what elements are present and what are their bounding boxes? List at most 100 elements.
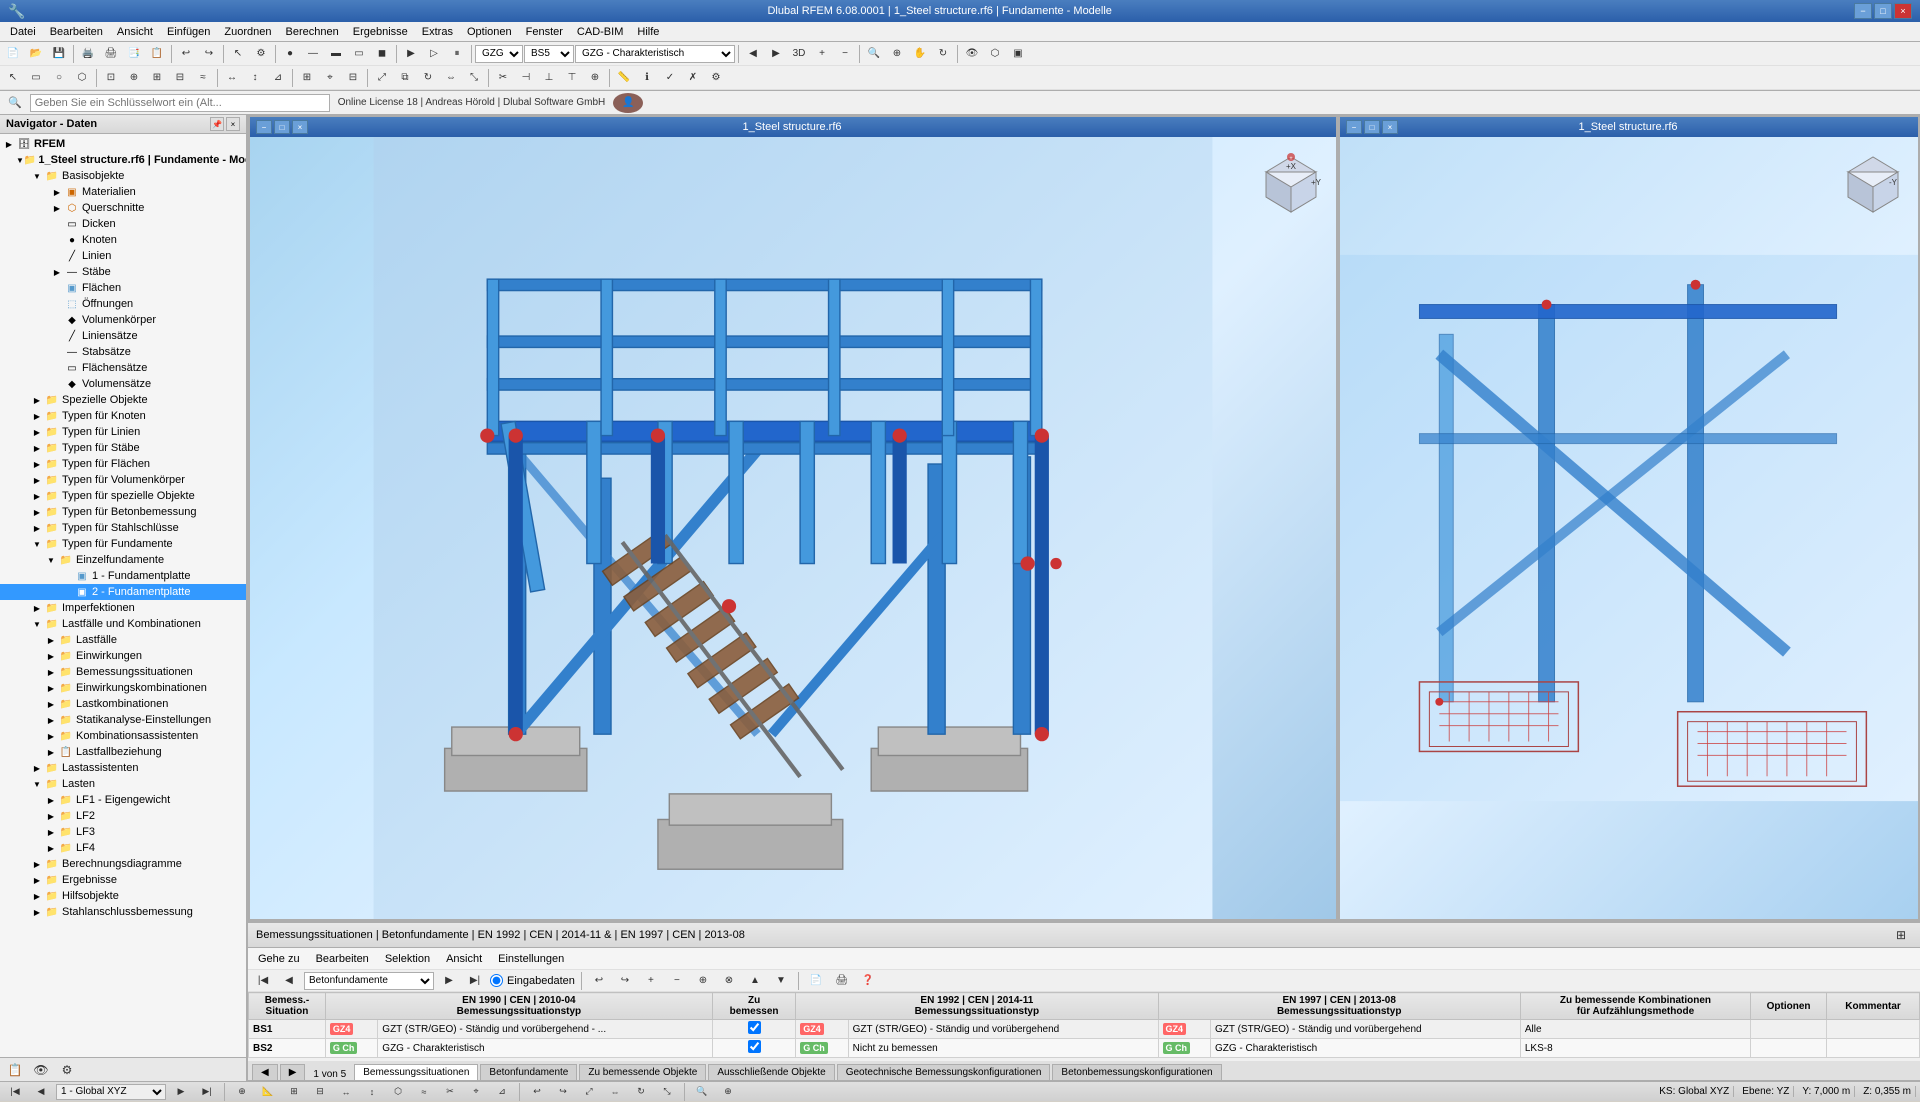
dt-btn6[interactable]: ⊗ (718, 971, 740, 991)
dt-btn11[interactable]: ❓ (857, 971, 879, 991)
tb2-plane[interactable]: ⊟ (342, 68, 364, 88)
status-icon-3[interactable]: ⊞ (283, 1082, 305, 1102)
tree-lf1[interactable]: ▶ 📁 LF1 - Eigengewicht (0, 792, 246, 808)
dt-btn2[interactable]: ↪ (614, 971, 636, 991)
tree-arrow-last[interactable]: ▼ (30, 777, 44, 791)
tree-arrow-tb[interactable]: ▶ (30, 505, 44, 519)
tab-ausschliessende[interactable]: Ausschließende Objekte (708, 1064, 834, 1080)
right-view-close[interactable]: × (1382, 120, 1398, 134)
status-icon-13[interactable]: ↪ (552, 1082, 574, 1102)
tree-arrow-lf1[interactable]: ▶ (44, 793, 58, 807)
tree-arrow-hobj[interactable]: ▶ (30, 889, 44, 903)
tree-arrow-sp[interactable]: ▶ (30, 393, 44, 407)
status-icon-11[interactable]: ⊿ (491, 1082, 513, 1102)
nav-prev-btn[interactable]: ◀ (252, 1064, 278, 1080)
tb2-measure[interactable]: 📏 (613, 68, 635, 88)
tb-arrow1[interactable]: ◀ (742, 44, 764, 64)
menu-extras[interactable]: Extras (416, 24, 459, 40)
tb2-rect[interactable]: ▭ (25, 68, 47, 88)
tree-rfem[interactable]: ▶ 🗄 RFEM (0, 136, 246, 152)
left-view-canvas[interactable]: +X +Y + (250, 137, 1336, 919)
tree-arrow-ka[interactable]: ▶ (44, 729, 58, 743)
tree-arrow-ek[interactable]: ▶ (44, 681, 58, 695)
status-icon-12[interactable]: ↩ (526, 1082, 548, 1102)
tree-ergebnisse[interactable]: ▶ 📁 Ergebnisse (0, 872, 246, 888)
tree-querschnitte[interactable]: ▶ ⬡ Querschnitte (0, 200, 246, 216)
tree-arrow-rfem[interactable]: ▶ (2, 137, 16, 151)
tb2-x[interactable]: ✗ (682, 68, 704, 88)
tb2-poly[interactable]: ⬡ (71, 68, 93, 88)
data-nav-prev[interactable]: ◀ (278, 971, 300, 991)
btn-bearbeiten[interactable]: Bearbeiten (310, 952, 375, 966)
tree-arrow-lfa[interactable]: ▶ (44, 633, 58, 647)
tb-pdf2[interactable]: 📋 (146, 44, 168, 64)
tb-arrow2[interactable]: ▶ (765, 44, 787, 64)
minimize-button[interactable]: − (1854, 3, 1872, 19)
tree-arrow-dick[interactable] (50, 217, 64, 231)
left-view-restore[interactable]: □ (274, 120, 290, 134)
menu-hilfe[interactable]: Hilfe (631, 24, 665, 40)
tree-arrow-knot[interactable] (50, 233, 64, 247)
status-nav-next[interactable]: ▶ (170, 1082, 192, 1102)
tb2-snap1[interactable]: ⊡ (100, 68, 122, 88)
tree-volumen[interactable]: ◆ Volumenkörper (0, 312, 246, 328)
checkbox-bs2[interactable] (748, 1040, 761, 1053)
tree-arrow-bs[interactable]: ▶ (44, 665, 58, 679)
restore-button[interactable]: □ (1874, 3, 1892, 19)
tb-calc2[interactable]: ▷ (423, 44, 445, 64)
tree-basisobjekte[interactable]: ▼ 📁 Basisobjekte (0, 168, 246, 184)
tree-arrow-tfund[interactable]: ▼ (30, 537, 44, 551)
tree-typen-spezielle[interactable]: ▶ 📁 Typen für spezielle Objekte (0, 488, 246, 504)
tree-fund1[interactable]: ▣ 1 - Fundamentplatte (0, 568, 246, 584)
tree-arrow-ss[interactable] (50, 345, 64, 359)
menu-fenster[interactable]: Fenster (520, 24, 569, 40)
tb-print2[interactable]: 🖨 (100, 44, 122, 64)
eingabedaten-radio[interactable] (490, 974, 503, 987)
menu-zuordnen[interactable]: Zuordnen (218, 24, 277, 40)
left-view-close[interactable]: × (292, 120, 308, 134)
tree-berechnungsdiag[interactable]: ▶ 📁 Berechnungsdiagramme (0, 856, 246, 872)
status-icon-17[interactable]: ⤡ (656, 1082, 678, 1102)
tree-lasten[interactable]: ▼ 📁 Lasten (0, 776, 246, 792)
tree-kombiassist[interactable]: ▶ 📁 Kombinationsassistenten (0, 728, 246, 744)
nav-bottom-btn2[interactable]: 👁 (30, 1060, 52, 1080)
status-icon-2[interactable]: 📐 (257, 1082, 279, 1102)
dt-btn10[interactable]: 🖨 (831, 971, 853, 991)
right-view-minimize[interactable]: − (1346, 120, 1362, 134)
nav-bottom-btn3[interactable]: ⚙ (56, 1060, 78, 1080)
tb2-select[interactable]: ↖ (2, 68, 24, 88)
tb2-bool[interactable]: ⊕ (584, 68, 606, 88)
tb-surface[interactable]: ▭ (348, 44, 370, 64)
tree-arrow-f1[interactable] (60, 569, 74, 583)
td-bs2-check[interactable] (712, 1039, 795, 1058)
tree-arrow-vs[interactable] (50, 377, 64, 391)
tree-dicken[interactable]: ▭ Dicken (0, 216, 246, 232)
tb2-info[interactable]: ℹ (636, 68, 658, 88)
close-button[interactable]: × (1894, 3, 1912, 19)
menu-cad-bim[interactable]: CAD-BIM (571, 24, 629, 40)
status-nav-prev[interactable]: ◀ (30, 1082, 52, 1102)
tb-calc1[interactable]: ▶ (400, 44, 422, 64)
status-icon-16[interactable]: ↻ (630, 1082, 652, 1102)
left-view-minimize[interactable]: − (256, 120, 272, 134)
tb-redo[interactable]: ↪ (198, 44, 220, 64)
tab-geotechnische[interactable]: Geotechnische Bemessungskonfigurationen (837, 1064, 1051, 1080)
tree-volumensatze[interactable]: ◆ Volumensätze (0, 376, 246, 392)
dt-btn9[interactable]: 📄 (805, 971, 827, 991)
tree-arrow-lin[interactable] (50, 249, 64, 263)
tree-hilfsobjekte[interactable]: ▶ 📁 Hilfsobjekte (0, 888, 246, 904)
tree-lastassist[interactable]: ▶ 📁 Lastassistenten (0, 760, 246, 776)
tree-arrow-tk[interactable]: ▶ (30, 409, 44, 423)
tree-arrow-quer[interactable]: ▶ (50, 201, 64, 215)
status-icon-7[interactable]: ⬡ (387, 1082, 409, 1102)
tree-typen-flachen[interactable]: ▶ 📁 Typen für Flächen (0, 456, 246, 472)
tab-bemessungssit[interactable]: Bemessungssituationen (354, 1064, 478, 1080)
tb2-trim[interactable]: ✂ (492, 68, 514, 88)
tab-zu-bemessende[interactable]: Zu bemessende Objekte (579, 1064, 706, 1080)
data-nav-last[interactable]: ▶| (464, 971, 486, 991)
tree-arrow-fl[interactable] (50, 281, 64, 295)
tree-arrow-erg[interactable]: ▶ (30, 873, 44, 887)
tree-lastfall-komb[interactable]: ▼ 📁 Lastfälle und Kombinationen (0, 616, 246, 632)
tb2-snap4[interactable]: ⊟ (169, 68, 191, 88)
dt-btn4[interactable]: − (666, 971, 688, 991)
